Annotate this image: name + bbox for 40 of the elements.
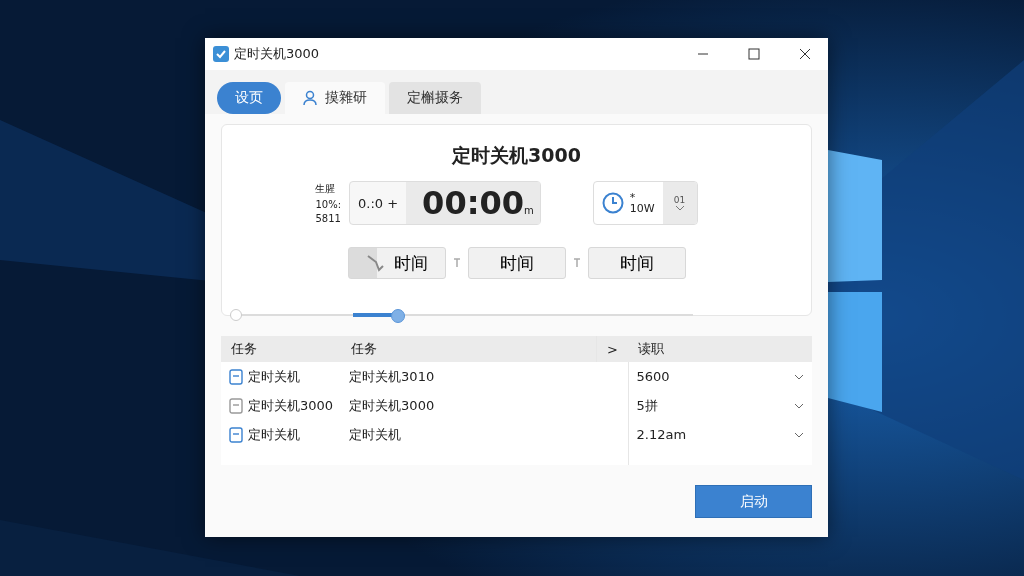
time-slider[interactable] — [230, 308, 693, 322]
app-icon — [213, 46, 229, 62]
close-icon — [799, 48, 811, 60]
window-title: 定时关机3000 — [234, 45, 321, 63]
clock-field[interactable]: * 10W 01 — [592, 181, 698, 225]
time-button[interactable]: 时间 — [467, 247, 566, 279]
table-cell: 5拼 — [636, 396, 658, 415]
chevron-icon — [674, 205, 685, 211]
side-label: 生腥 — [315, 182, 337, 196]
document-icon — [229, 426, 243, 443]
time-button[interactable]: 时间 — [587, 247, 686, 279]
table-cell: 定时关机 — [248, 425, 300, 444]
time-spinner[interactable]: 0.:0 + 00:00m — [349, 181, 541, 225]
tab[interactable]: 定槲摄务 — [389, 82, 481, 114]
start-button[interactable]: 启动 — [695, 485, 812, 518]
tab[interactable]: 设页 — [217, 82, 281, 114]
table-cell: 定时关机3000 — [248, 396, 334, 415]
table-cell: 定时关机3010 — [349, 368, 435, 384]
dropdown-icon[interactable] — [794, 431, 804, 438]
table-cell: 5600 — [636, 369, 670, 384]
dropdown-icon[interactable] — [794, 402, 804, 409]
column-header[interactable]: > — [596, 336, 628, 362]
tab[interactable]: 摸雜研 — [285, 82, 385, 114]
column-header[interactable]: 任务 — [221, 336, 342, 362]
table-cell: 定时关机 — [248, 367, 300, 386]
column-header[interactable]: 读职 — [628, 336, 812, 362]
document-icon — [229, 368, 243, 385]
side-label: 10%: — [315, 199, 341, 210]
table-cell: 定时关机3000 — [349, 397, 435, 413]
time-button[interactable]: 时间 — [347, 247, 446, 279]
column-header[interactable]: 任务 — [341, 336, 597, 362]
table-cell: 定时关机 — [349, 426, 402, 442]
heading: 定时关机3000 — [452, 143, 581, 168]
table-cell: 2.12am — [636, 427, 687, 442]
clock-icon — [601, 192, 624, 214]
dropdown-icon[interactable] — [794, 373, 804, 380]
maximize-icon — [748, 48, 760, 60]
user-icon — [303, 90, 319, 106]
side-label: 5811 — [315, 213, 341, 224]
document-icon — [229, 397, 243, 414]
